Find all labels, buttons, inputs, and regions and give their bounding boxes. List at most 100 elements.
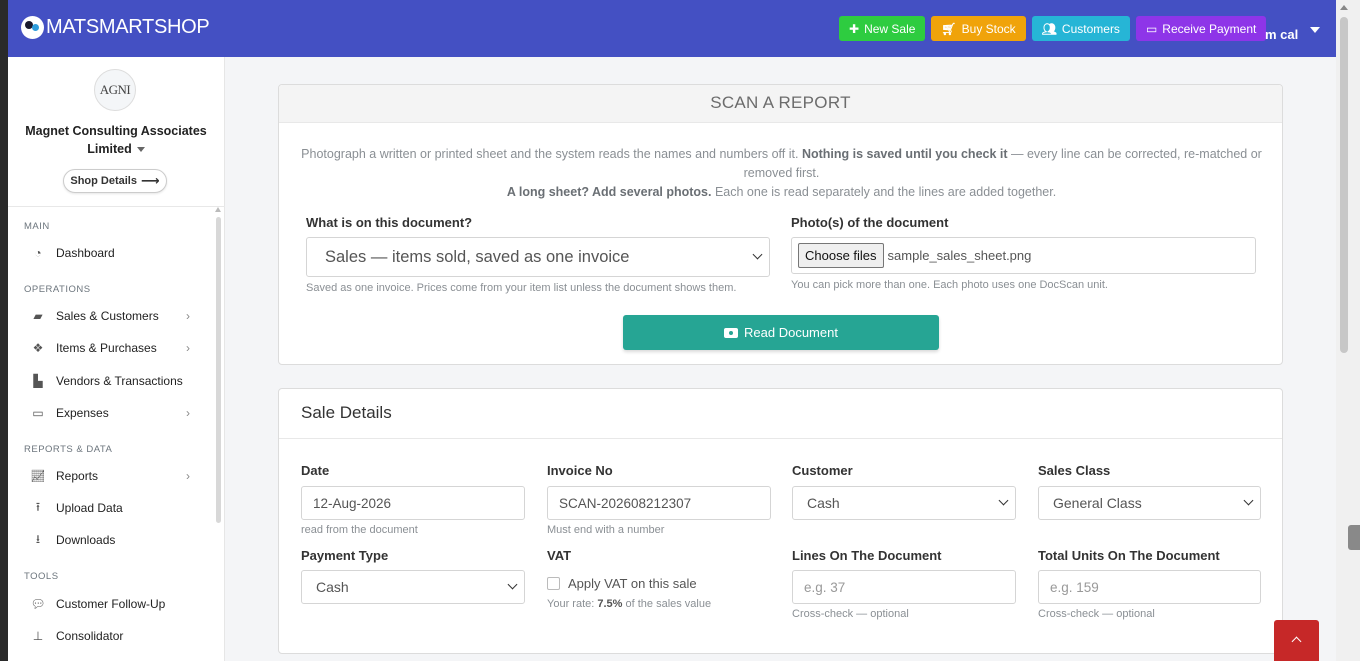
receive-payment-button[interactable]: ▭ Receive Payment (1135, 16, 1267, 41)
photo-hint: You can pick more than one. Each photo u… (791, 279, 1108, 291)
sales-class-value: General Class (1053, 495, 1142, 511)
users-icon: 👥︎ (1041, 21, 1057, 36)
customers-button[interactable]: 👥︎ Customers (1031, 16, 1130, 41)
credit-card-icon: ▭ (1145, 21, 1158, 36)
sidebar-item-vendors[interactable]: ▙ Vendors & Transactions (30, 370, 190, 392)
payment-type-value: Cash (316, 579, 349, 595)
org-name: Magnet Consulting Associates Limited (25, 124, 207, 156)
sidebar-item-label: Customer Follow-Up (56, 597, 166, 611)
chat-icon: 💬︎ (30, 597, 46, 611)
read-document-button[interactable]: Read Document (623, 315, 939, 350)
download-icon: ⭳ (35, 531, 41, 546)
sidebar: AGNI Magnet Consulting Associates Limite… (8, 57, 225, 661)
buy-stock-button[interactable]: 🛒︎ Buy Stock (931, 16, 1026, 41)
sidebar-item-customer-follow-up[interactable]: 💬︎ Customer Follow-Up (30, 593, 190, 615)
sidebar-item-label: Reports (56, 469, 99, 483)
scroll-up-arrow-icon[interactable] (1340, 5, 1348, 10)
caret-down-icon (136, 147, 145, 153)
sale-details-card: Sale Details Date 12-Aug-2026 read from … (278, 388, 1283, 654)
customer-label: Customer (792, 463, 853, 478)
boxes-icon: ❖ (32, 341, 44, 355)
desc-bold: Nothing is saved until you check it (801, 147, 1008, 161)
invoice-hint: Must end with a number (547, 524, 665, 536)
top-actions: ✚ New Sale 🛒︎ Buy Stock 👥︎ Customers ▭ R… (839, 16, 1267, 41)
chevron-down-icon (752, 249, 763, 260)
date-hint: read from the document (301, 524, 418, 536)
arrow-right-icon: ⟶ (140, 173, 160, 188)
sale-details-title: Sale Details (279, 389, 1282, 439)
sidebar-item-label: Consolidator (56, 629, 124, 643)
camera-icon (724, 327, 739, 338)
units-input[interactable]: e.g. 159 (1038, 570, 1261, 604)
page-scroll-thumb[interactable] (1340, 17, 1348, 353)
sidebar-scroll-thumb[interactable] (216, 217, 221, 523)
vat-rate-text: Your rate: (547, 598, 598, 610)
sidebar-item-items-purchases[interactable]: ❖ Items & Purchases › (30, 337, 190, 359)
vat-checkbox[interactable]: Apply VAT on this sale (547, 576, 697, 591)
sidebar-nav: MAIN ◔ Dashboard OPERATIONS ▰ Sales & Cu… (8, 207, 215, 661)
lines-hint: Cross-check — optional (792, 608, 909, 620)
gauge-icon: ◔ (34, 246, 42, 260)
sidebar-item-downloads[interactable]: ⭳ Downloads (30, 529, 190, 551)
photo-label: Photo(s) of the document (791, 215, 949, 230)
new-sale-label: New Sale (864, 21, 916, 36)
org-switcher[interactable]: Magnet Consulting Associates Limited (18, 122, 214, 158)
sidebar-item-expenses[interactable]: ▭ Expenses › (30, 402, 190, 424)
choose-files-button[interactable]: Choose files (798, 243, 884, 268)
customer-select[interactable]: Cash (792, 486, 1016, 520)
scan-description: Photograph a written or printed sheet an… (299, 145, 1264, 202)
read-document-label: Read Document (744, 325, 838, 340)
shop-details-button[interactable]: Shop Details ⟶ (63, 169, 167, 193)
customer-value: Cash (807, 495, 840, 511)
new-sale-button[interactable]: ✚ New Sale (839, 16, 926, 41)
nav-section-reports: REPORTS & DATA (24, 444, 113, 455)
invoice-input[interactable]: SCAN-202608212307 (547, 486, 771, 520)
sidebar-item-label: Sales & Customers (56, 309, 159, 323)
sidebar-item-reports[interactable]: 📈︎ Reports › (30, 465, 190, 487)
doc-type-value: Sales — items sold, saved as one invoice (325, 247, 630, 266)
sidebar-item-label: Items & Purchases (56, 341, 157, 355)
sidebar-item-upload-data[interactable]: ⭱ Upload Data (30, 497, 190, 519)
sales-class-select[interactable]: General Class (1038, 486, 1261, 520)
sitemap-icon: ⊥ (32, 629, 44, 643)
nav-section-operations: OPERATIONS (24, 284, 91, 295)
doc-type-select[interactable]: Sales — items sold, saved as one invoice (306, 237, 770, 277)
invoice-label: Invoice No (547, 463, 613, 478)
page-scrollbar[interactable] (1336, 0, 1360, 661)
sidebar-item-label: Dashboard (56, 246, 115, 260)
desc-bold: A long sheet? Add several photos. (506, 185, 712, 199)
credit-card-icon: ▭ (32, 406, 44, 420)
user-menu[interactable]: m cal (1265, 27, 1298, 42)
payment-type-select[interactable]: Cash (301, 570, 525, 604)
file-input[interactable]: Choose files sample_sales_sheet.png (791, 237, 1256, 274)
sidebar-item-sales-customers[interactable]: ▰ Sales & Customers › (30, 305, 190, 327)
scroll-up-arrow-icon[interactable] (215, 207, 221, 212)
sidebar-item-consolidator[interactable]: ⊥ Consolidator (30, 625, 190, 647)
receive-payment-label: Receive Payment (1162, 21, 1257, 36)
date-input[interactable]: 12-Aug-2026 (301, 486, 525, 520)
chevron-down-icon[interactable] (1310, 27, 1320, 33)
doc-type-hint: Saved as one invoice. Prices come from y… (306, 282, 737, 294)
checkbox-icon[interactable] (547, 577, 560, 590)
chevron-right-icon: › (186, 406, 190, 420)
units-hint: Cross-check — optional (1038, 608, 1155, 620)
brand[interactable]: MATSMARTSHOP (21, 16, 210, 39)
lines-label: Lines On The Document (792, 548, 942, 563)
cart-icon: 🛒︎ (941, 21, 957, 36)
buy-stock-label: Buy Stock (961, 21, 1016, 36)
app-window: MATSMARTSHOP ✚ New Sale 🛒︎ Buy Stock 👥︎ … (8, 0, 1336, 661)
scan-report-title: SCAN A REPORT (279, 85, 1282, 123)
vat-checkbox-label: Apply VAT on this sale (568, 576, 697, 591)
lines-input[interactable]: e.g. 37 (792, 570, 1016, 604)
customers-label: Customers (1061, 21, 1120, 36)
desc-text: Each one is read separately and the line… (711, 185, 1057, 199)
back-to-top-button[interactable] (1274, 620, 1319, 661)
date-label: Date (301, 463, 330, 478)
sidebar-scrollbar[interactable] (215, 207, 221, 661)
shopping-bag-icon: ▰ (33, 309, 43, 323)
scan-report-card: SCAN A REPORT Photograph a written or pr… (278, 84, 1283, 365)
sidebar-item-dashboard[interactable]: ◔ Dashboard (30, 242, 190, 264)
org-logo: AGNI (94, 69, 136, 111)
chevron-down-icon (507, 579, 518, 590)
units-label: Total Units On The Document (1038, 548, 1220, 563)
